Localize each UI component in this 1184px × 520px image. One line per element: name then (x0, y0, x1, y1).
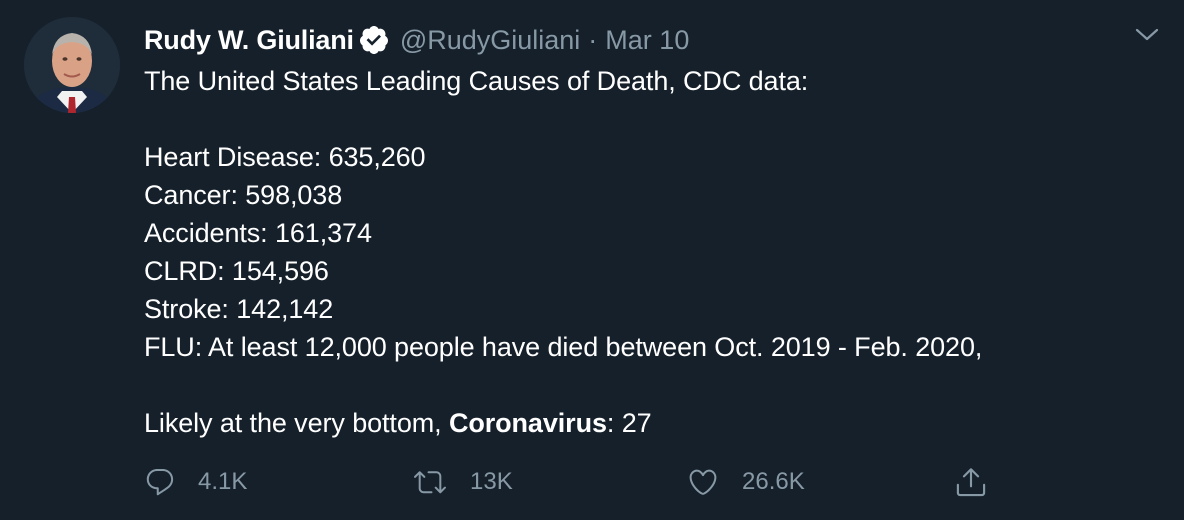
separator: · (588, 25, 598, 55)
tweet-line: The United States Leading Causes of Deat… (144, 66, 809, 96)
tweet-text: The United States Leading Causes of Deat… (144, 62, 1144, 442)
avatar[interactable] (24, 17, 120, 113)
tweet-actions: 4.1K 13K 26.6K (0, 458, 1184, 506)
tweet-line: Stroke: 142,142 (144, 294, 334, 324)
tweet-line: Cancer: 598,038 (144, 180, 343, 210)
verified-badge-icon (358, 24, 390, 56)
reply-count: 4.1K (198, 468, 248, 495)
retweet-count: 13K (470, 468, 513, 495)
chevron-down-icon[interactable] (1132, 24, 1162, 46)
avatar-photo (24, 17, 120, 113)
tweet[interactable]: Rudy W. Giuliani @RudyGiuliani · Mar 10 … (0, 0, 1184, 520)
tweet-bold-text: Coronavirus (448, 408, 607, 438)
tweet-line: Likely at the very bottom, Coronavirus: … (144, 404, 1144, 442)
reply-button[interactable]: 4.1K (144, 458, 247, 506)
reply-icon (146, 468, 174, 496)
tweet-text-segment: Likely at the very bottom, (144, 408, 449, 438)
share-button[interactable] (954, 458, 988, 506)
tweet-line: Heart Disease: 635,260 (144, 142, 426, 172)
author-name[interactable]: Rudy W. Giuliani (144, 22, 354, 58)
retweet-button[interactable]: 13K (412, 458, 513, 506)
tweet-line: Accidents: 161,374 (144, 218, 372, 248)
tweet-line: CLRD: 154,596 (144, 256, 329, 286)
tweet-date[interactable]: Mar 10 (605, 22, 689, 58)
tweet-text-segment: : 27 (606, 408, 652, 438)
heart-icon (689, 469, 717, 495)
like-count: 26.6K (742, 468, 805, 495)
tweet-line: FLU: At least 12,000 people have died be… (144, 332, 983, 362)
tweet-header: Rudy W. Giuliani @RudyGiuliani · Mar 10 (144, 22, 689, 58)
retweet-icon (414, 471, 446, 494)
like-button[interactable]: 26.6K (686, 458, 805, 506)
author-handle[interactable]: @RudyGiuliani (400, 22, 580, 58)
share-icon (956, 468, 986, 497)
